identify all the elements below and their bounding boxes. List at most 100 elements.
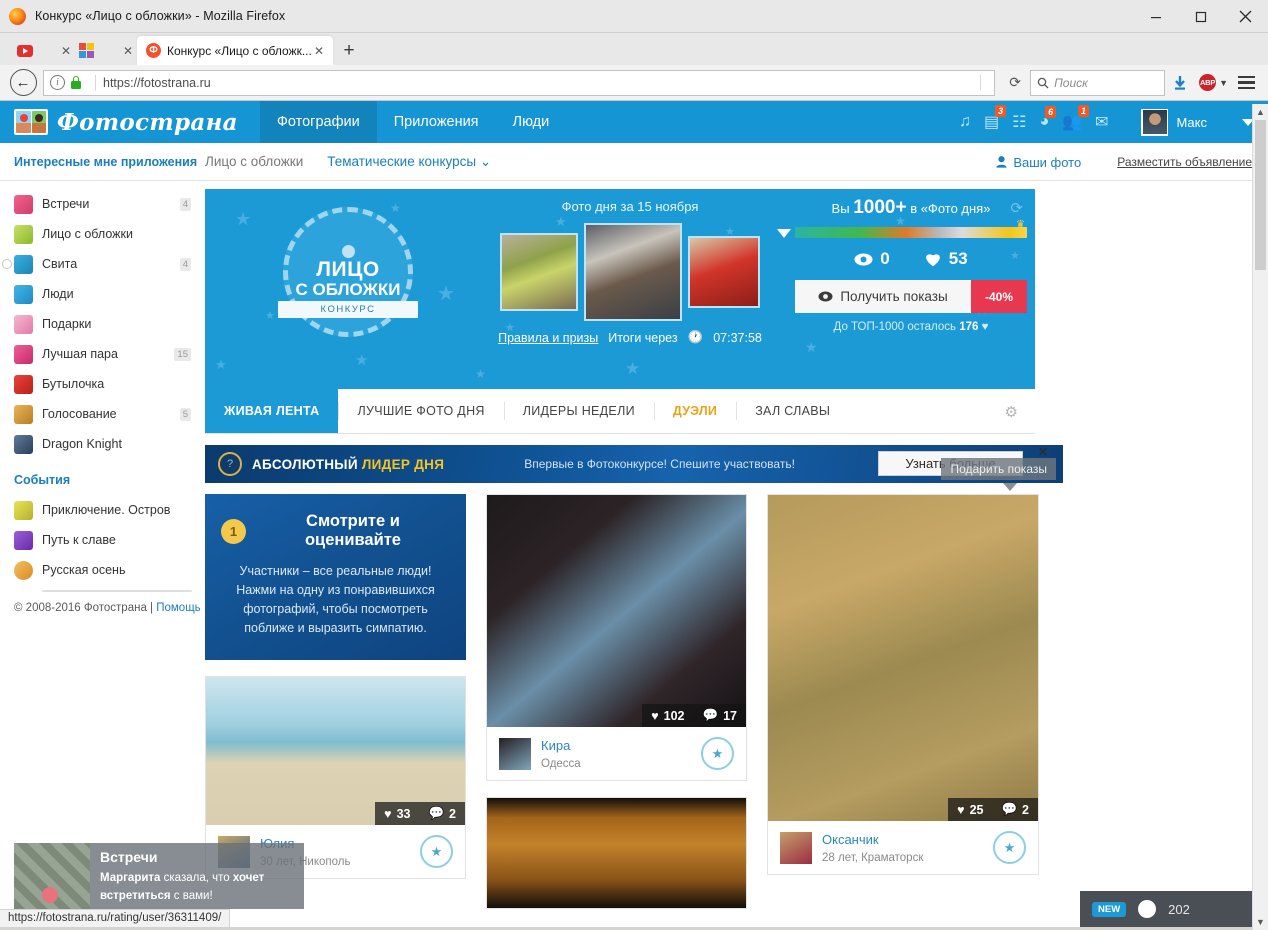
get-views-button[interactable]: Получить показы -40%	[795, 280, 1027, 313]
sidebar-item-podarki[interactable]: Подарки	[14, 309, 205, 339]
sub-link-thematic-contests[interactable]: Тематические конкурсы ⌄	[327, 154, 491, 170]
instruction-body: Участники – все реальные люди! Нажми на …	[221, 562, 450, 638]
scrollbar-thumb[interactable]	[1255, 120, 1266, 270]
gear-icon[interactable]: ⚙	[1005, 403, 1018, 421]
author-name[interactable]: Оксанчик	[822, 832, 879, 847]
maximize-button[interactable]	[1178, 0, 1223, 33]
toast-meet: встретиться	[100, 890, 171, 902]
photo-day-thumb-2[interactable]	[584, 223, 682, 321]
photo-image[interactable]	[487, 798, 746, 908]
close-tab-icon[interactable]: ✕	[61, 45, 71, 57]
rank-line: Вы 1000+ в «Фото дня»	[795, 197, 1027, 219]
close-tab-icon[interactable]: ✕	[314, 45, 324, 57]
photo-image[interactable]: ♥33 💬2	[206, 677, 465, 825]
sidebar-item-golosovanie[interactable]: Голосование 5	[14, 399, 205, 429]
contest-logo: ЛИЦО С ОБЛОЖКИ КОНКУРС	[283, 207, 413, 337]
close-window-button[interactable]	[1223, 0, 1268, 33]
sidebar-item-lico-s-oblozhki[interactable]: Лицо с обложки	[14, 219, 205, 249]
sidebar-item-vstrechi[interactable]: Встречи 4	[14, 189, 205, 219]
tab-youtube[interactable]: ✕	[13, 36, 75, 65]
pie-icon[interactable]: ◕6	[1039, 113, 1049, 131]
gift-star-button[interactable]: ★	[701, 737, 734, 770]
news-icon[interactable]: ▤3	[984, 112, 999, 132]
help-link[interactable]: Помощь	[156, 602, 200, 614]
eye-icon	[818, 291, 833, 302]
rules-and-prizes-link[interactable]: Правила и призы	[498, 331, 598, 345]
tab-duels[interactable]: ДУЭЛИ	[654, 389, 736, 433]
sidebar-item-dragon-knight[interactable]: Dragon Knight	[14, 429, 205, 459]
tab-live-feed[interactable]: ЖИВАЯ ЛЕНТА	[205, 389, 338, 433]
url-divider-right	[980, 75, 981, 91]
refresh-icon[interactable]: ⟳	[1010, 199, 1023, 217]
avatar[interactable]	[780, 832, 812, 864]
back-button[interactable]: ←	[8, 69, 38, 97]
sidebar-event-priklyuchenie-ostrov[interactable]: Приключение. Остров	[14, 495, 205, 525]
tab-hall-of-fame[interactable]: ЗАЛ СЛАВЫ	[736, 389, 849, 433]
person-icon	[996, 156, 1007, 168]
adblock-button[interactable]: ABP ▼	[1199, 74, 1228, 91]
leader-title-bold: ЛИДЕР ДНЯ	[362, 457, 444, 472]
get-views-label-wrap: Получить показы	[795, 289, 971, 304]
gift-star-button[interactable]: ★	[420, 835, 453, 868]
svita-icon	[14, 255, 33, 274]
vertical-scrollbar[interactable]: ▲ ▼	[1252, 104, 1268, 930]
friends-icon[interactable]: 👥1	[1062, 112, 1082, 132]
new-tab-button[interactable]: +	[333, 36, 365, 65]
photo-image[interactable]: ♥25 💬2	[768, 495, 1038, 821]
page-info-icon[interactable]: i	[50, 75, 65, 90]
nav-item-photos[interactable]: Фотографии	[260, 101, 377, 143]
photo-image[interactable]: ♥102 💬17	[487, 495, 746, 727]
photo-card-sunglasses[interactable]	[486, 797, 747, 909]
brand-name: Фотострана	[57, 109, 238, 136]
music-icon[interactable]: ♫	[959, 113, 971, 131]
sub-link-cover-face[interactable]: Лицо с обложки	[205, 154, 303, 169]
tab-active-fotostrana[interactable]: Ф Конкурс «Лицо с обложк... ✕	[137, 36, 333, 65]
search-box[interactable]: Поиск	[1030, 70, 1165, 96]
sidebar-event-put-k-slave[interactable]: Путь к славе	[14, 525, 205, 555]
scroll-up-icon[interactable]: ▲	[1253, 104, 1268, 120]
photo-card-oksanchik[interactable]: ♥25 💬2 Оксанчик 28 лет, Краматорск ★	[767, 494, 1039, 875]
photo-card-kira[interactable]: ♥102 💬17 Кира Одесса ★	[486, 494, 747, 781]
navigation-toolbar: ← i https://fotostrana.ru ⟳ Поиск ABP ▼	[0, 65, 1268, 101]
downloads-button[interactable]	[1165, 75, 1195, 91]
sidebar-badge: 4	[180, 198, 191, 211]
your-photos-link[interactable]: Ваши фото	[996, 155, 1081, 170]
tab-best-photos[interactable]: ЛУЧШИЕ ФОТО ДНЯ	[338, 389, 503, 433]
window-title: Конкурс «Лицо с обложки» - Mozilla Firef…	[35, 9, 285, 23]
mail-icon[interactable]: ✉	[1095, 112, 1108, 132]
sidebar-item-butylochka[interactable]: Бутылочка	[14, 369, 205, 399]
address-bar[interactable]: i https://fotostrana.ru	[43, 70, 995, 96]
reload-button[interactable]: ⟳	[1000, 70, 1030, 96]
minimize-button[interactable]	[1133, 0, 1178, 33]
likes-stat: 53	[924, 249, 968, 269]
toast-mid: сказала, что	[160, 872, 232, 884]
top1000-note: До ТОП-1000 осталось 176 ♥	[795, 321, 1027, 333]
brand[interactable]: Фотострана	[14, 109, 238, 136]
nav-item-people[interactable]: Люди	[496, 101, 567, 143]
place-ad-link[interactable]: Разместить объявление	[1117, 155, 1252, 169]
photo-meta: Оксанчик 28 лет, Краматорск ★	[768, 821, 1038, 874]
scroll-down-icon[interactable]: ▼	[1253, 914, 1268, 930]
close-tooltip-icon[interactable]: ✕	[1038, 445, 1048, 459]
sidebar-item-lyudi[interactable]: Люди	[14, 279, 205, 309]
nav-item-apps[interactable]: Приложения	[377, 101, 496, 143]
sidebar-event-russkaya-osen[interactable]: Русская осень	[14, 555, 205, 585]
user-menu[interactable]: Макс	[1141, 109, 1207, 136]
author-name[interactable]: Кира	[541, 738, 570, 753]
menu-button[interactable]	[1232, 76, 1260, 90]
sidebar-item-svita[interactable]: Свита 4	[14, 249, 205, 279]
tab-apps[interactable]: ✕	[75, 36, 137, 65]
gift-star-button[interactable]: ★	[993, 831, 1026, 864]
close-tab-icon[interactable]: ✕	[123, 45, 133, 57]
top1000-prefix: До ТОП-1000 осталось	[834, 321, 957, 333]
page-body: Встречи 4 Лицо с обложки Свита 4 Люди По…	[0, 181, 1268, 927]
notification-toast[interactable]: Встречи Маргарита сказала, что хочет вст…	[14, 843, 304, 909]
sidebar-item-luchshaya-para[interactable]: Лучшая пара 15	[14, 339, 205, 369]
avatar[interactable]	[499, 738, 531, 770]
comments-count: 17	[723, 709, 737, 723]
tab-week-leaders[interactable]: ЛИДЕРЫ НЕДЕЛИ	[504, 389, 654, 433]
photo-day-thumb-1[interactable]	[500, 233, 578, 311]
photo-day-thumb-3[interactable]	[688, 236, 760, 308]
list-icon[interactable]: ☷	[1012, 112, 1026, 132]
chat-bar[interactable]: NEW 202	[1080, 891, 1260, 927]
